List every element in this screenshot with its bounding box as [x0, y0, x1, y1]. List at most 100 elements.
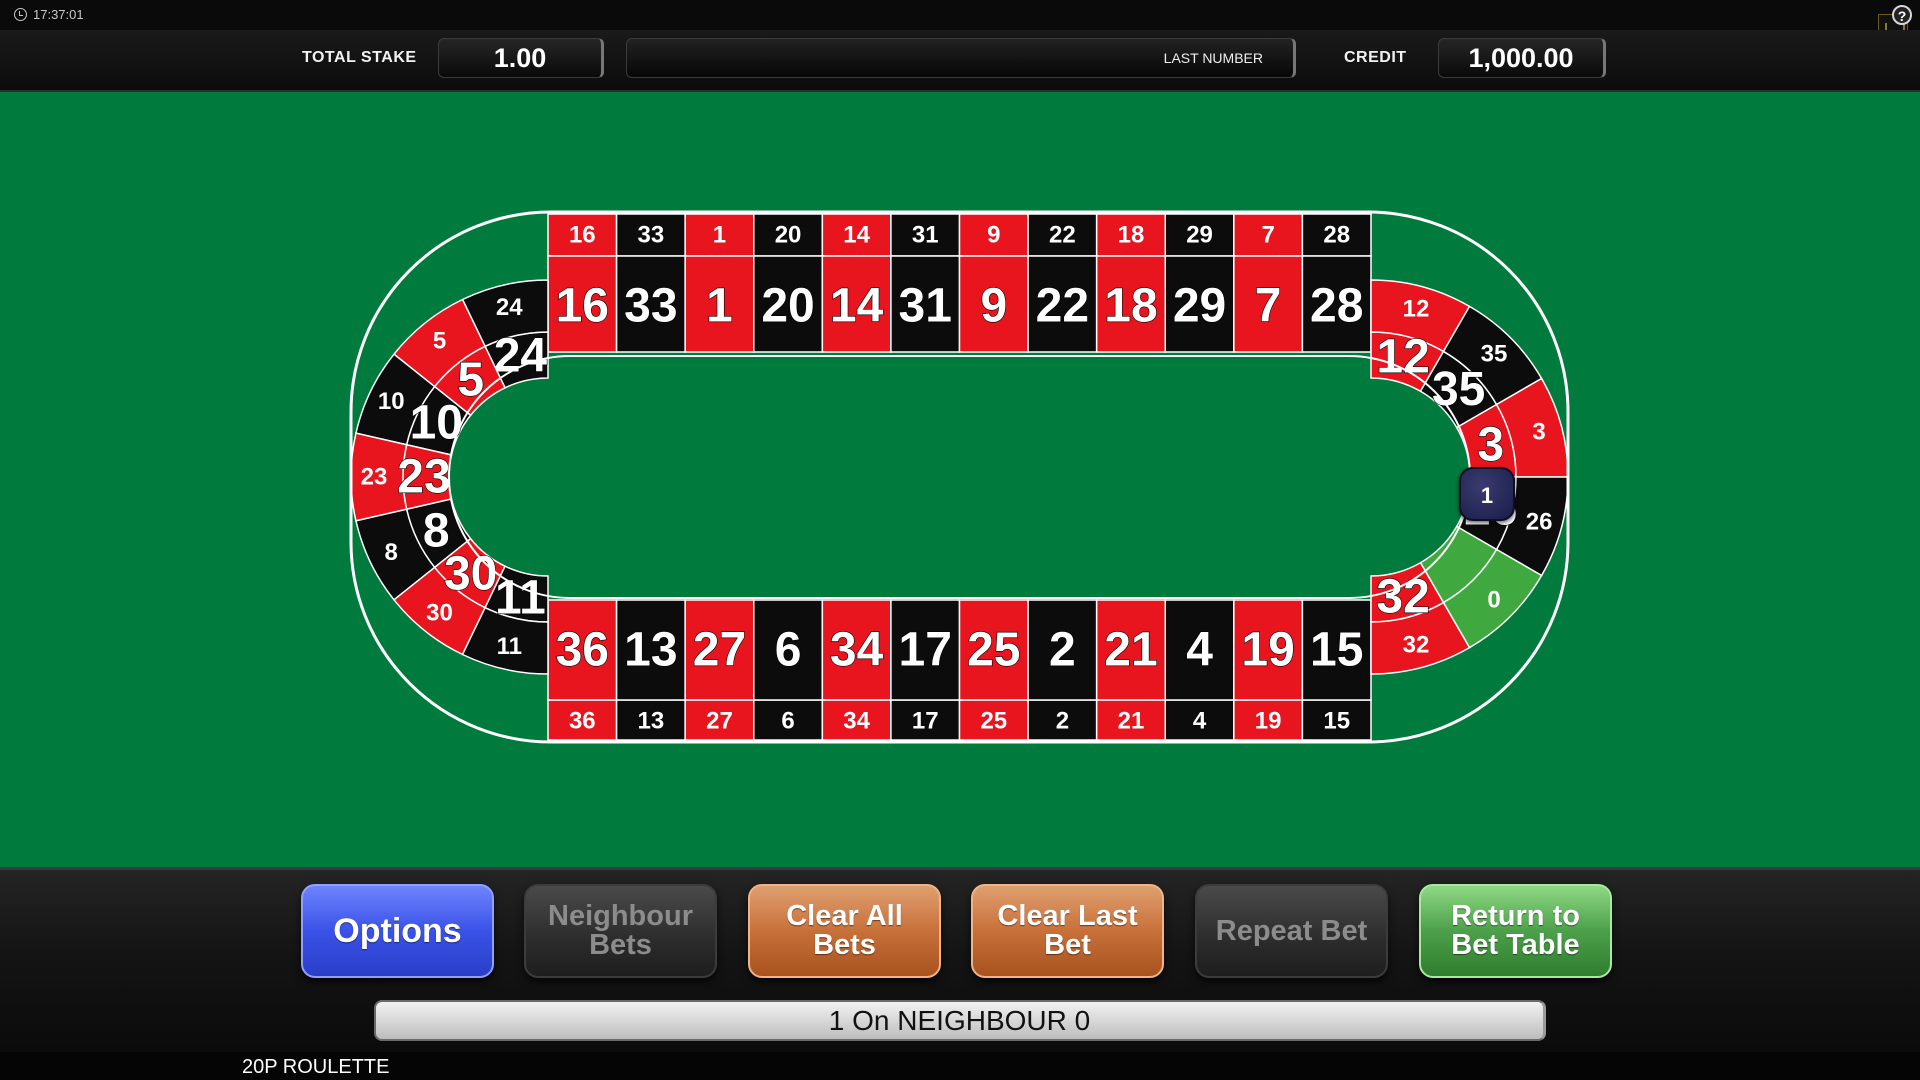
- bottom-inner-label-15: 15: [1310, 624, 1363, 677]
- top-inner-label-14: 14: [830, 280, 884, 333]
- top-inner-label-20: 20: [761, 280, 814, 333]
- bottom-inner-label-25: 25: [967, 624, 1020, 677]
- top-inner-label-7: 7: [1255, 280, 1282, 333]
- left-outer-label-24: 24: [496, 294, 523, 321]
- top-outer-label-7: 7: [1261, 222, 1274, 249]
- right-outer-label-12: 12: [1403, 295, 1430, 322]
- bet-message-bar: 1 On NEIGHBOUR 0: [374, 1000, 1546, 1041]
- repeat-bet-label: Repeat Bet: [1215, 914, 1368, 947]
- clear-all-bets-button[interactable]: Clear All Bets: [748, 884, 941, 978]
- total-stake-label: TOTAL STAKE: [302, 49, 417, 66]
- top-inner-label-29: 29: [1173, 280, 1226, 333]
- top-outer-label-22: 22: [1049, 222, 1076, 249]
- clock-icon: [14, 8, 27, 21]
- top-outer-label-33: 33: [638, 222, 665, 249]
- left-outer-label-5: 5: [433, 327, 446, 354]
- bottom-outer-label-36: 36: [569, 708, 596, 735]
- left-inner-label-11: 11: [495, 571, 546, 624]
- bottom-outer-label-2: 2: [1056, 708, 1069, 735]
- bottom-inner-label-27: 27: [693, 624, 746, 677]
- neighbour-bets-button[interactable]: Neighbour Bets: [524, 884, 717, 978]
- top-inner-label-9: 9: [980, 280, 1007, 333]
- top-outer-label-9: 9: [987, 222, 1000, 249]
- racetrack[interactable]: 1616333311202014143131992222181829297728…: [0, 92, 1920, 867]
- top-inner-label-28: 28: [1310, 280, 1363, 333]
- bottom-outer-label-13: 13: [638, 708, 665, 735]
- last-number-display: LAST NUMBER: [626, 38, 1296, 78]
- return-to-bet-table-label-2: Bet Table: [1451, 929, 1580, 961]
- right-outer-label-26: 26: [1526, 509, 1553, 536]
- credit-value: 1,000.00: [1438, 38, 1606, 78]
- options-button-label: Options: [333, 911, 462, 950]
- top-outer-label-29: 29: [1186, 222, 1213, 249]
- bottom-outer-label-19: 19: [1255, 708, 1282, 735]
- left-outer-label-10: 10: [378, 388, 405, 415]
- bottom-inner-label-4: 4: [1186, 624, 1213, 677]
- bottom-inner-label-34: 34: [830, 624, 884, 677]
- top-inner-label-1: 1: [706, 280, 733, 333]
- return-to-bet-table-button[interactable]: Return to Bet Table: [1419, 884, 1612, 978]
- bottom-outer-label-34: 34: [843, 708, 870, 735]
- bet-chip[interactable]: 1: [1459, 467, 1515, 521]
- left-outer-label-8: 8: [385, 539, 398, 566]
- bottom-inner-label-17: 17: [899, 624, 952, 677]
- right-outer-label-35: 35: [1481, 340, 1508, 367]
- top-inner-label-31: 31: [899, 280, 952, 333]
- top-outer-label-28: 28: [1323, 222, 1350, 249]
- top-outer-label-20: 20: [775, 222, 802, 249]
- top-inner-label-18: 18: [1104, 280, 1157, 333]
- bottom-outer-label-27: 27: [706, 708, 733, 735]
- clear-all-bets-label-1: Clear All: [786, 900, 903, 932]
- right-inner-label-32: 32: [1376, 570, 1429, 623]
- options-button[interactable]: Options: [301, 884, 494, 978]
- left-inner-label-24: 24: [494, 330, 548, 383]
- credit-label: CREDIT: [1344, 49, 1407, 66]
- last-number-label: LAST NUMBER: [1163, 50, 1263, 66]
- top-outer-label-16: 16: [569, 222, 596, 249]
- bottom-inner-label-6: 6: [775, 624, 802, 677]
- help-icon[interactable]: ?: [1892, 5, 1912, 25]
- clock: 17:37:01: [14, 7, 84, 22]
- bottom-inner-label-2: 2: [1049, 624, 1076, 677]
- left-inner-label-23: 23: [397, 451, 450, 504]
- right-inner-label-3: 3: [1477, 418, 1504, 471]
- total-stake-value: 1.00: [438, 38, 604, 78]
- clock-time: 17:37:01: [33, 7, 84, 22]
- header-bar: TOTAL STAKE 1.00 LAST NUMBER CREDIT 1,00…: [0, 30, 1920, 92]
- status-bar: [0, 0, 1920, 30]
- neighbour-bets-label-2: Bets: [589, 929, 652, 961]
- bottom-outer-label-17: 17: [912, 708, 939, 735]
- clear-all-bets-label-2: Bets: [813, 929, 876, 961]
- right-inner-label-35: 35: [1432, 363, 1485, 416]
- neighbour-bets-label-1: Neighbour: [548, 900, 693, 932]
- left-inner-label-30: 30: [444, 547, 497, 600]
- bottom-outer-label-6: 6: [781, 708, 794, 735]
- control-panel: [0, 867, 1920, 1080]
- return-to-bet-table-label-1: Return to: [1451, 900, 1580, 932]
- bottom-inner-label-19: 19: [1241, 624, 1294, 677]
- bottom-inner-label-13: 13: [624, 624, 677, 677]
- left-outer-label-23: 23: [361, 464, 388, 491]
- bottom-outer-label-25: 25: [980, 708, 1007, 735]
- left-outer-label-11: 11: [497, 633, 522, 660]
- top-outer-label-14: 14: [843, 222, 870, 249]
- bottom-outer-label-21: 21: [1118, 708, 1145, 735]
- bottom-inner-label-21: 21: [1104, 624, 1157, 677]
- top-outer-label-31: 31: [912, 222, 939, 249]
- right-inner-label-12: 12: [1376, 331, 1429, 384]
- right-outer-label-3: 3: [1532, 418, 1545, 445]
- bottom-inner-label-36: 36: [556, 624, 609, 677]
- game-title: 20P ROULETTE: [242, 1056, 390, 1078]
- table-felt: 16 16 33 33 1 1 20 20 14 14 31 31 9 9 22 22 18 18 29 29 7 7 28…: [0, 92, 1920, 867]
- clear-last-bet-label-2: Bet: [1044, 929, 1091, 961]
- racetrack-center: [449, 356, 1470, 598]
- repeat-bet-button[interactable]: Repeat Bet: [1195, 884, 1388, 978]
- top-inner-label-22: 22: [1036, 280, 1089, 333]
- clear-last-bet-label-1: Clear Last: [997, 900, 1138, 932]
- bottom-outer-label-15: 15: [1323, 708, 1350, 735]
- top-outer-label-18: 18: [1118, 222, 1145, 249]
- right-outer-label-32: 32: [1403, 632, 1430, 659]
- top-inner-label-33: 33: [624, 280, 677, 333]
- right-outer-label-0: 0: [1487, 587, 1500, 614]
- clear-last-bet-button[interactable]: Clear Last Bet: [971, 884, 1164, 978]
